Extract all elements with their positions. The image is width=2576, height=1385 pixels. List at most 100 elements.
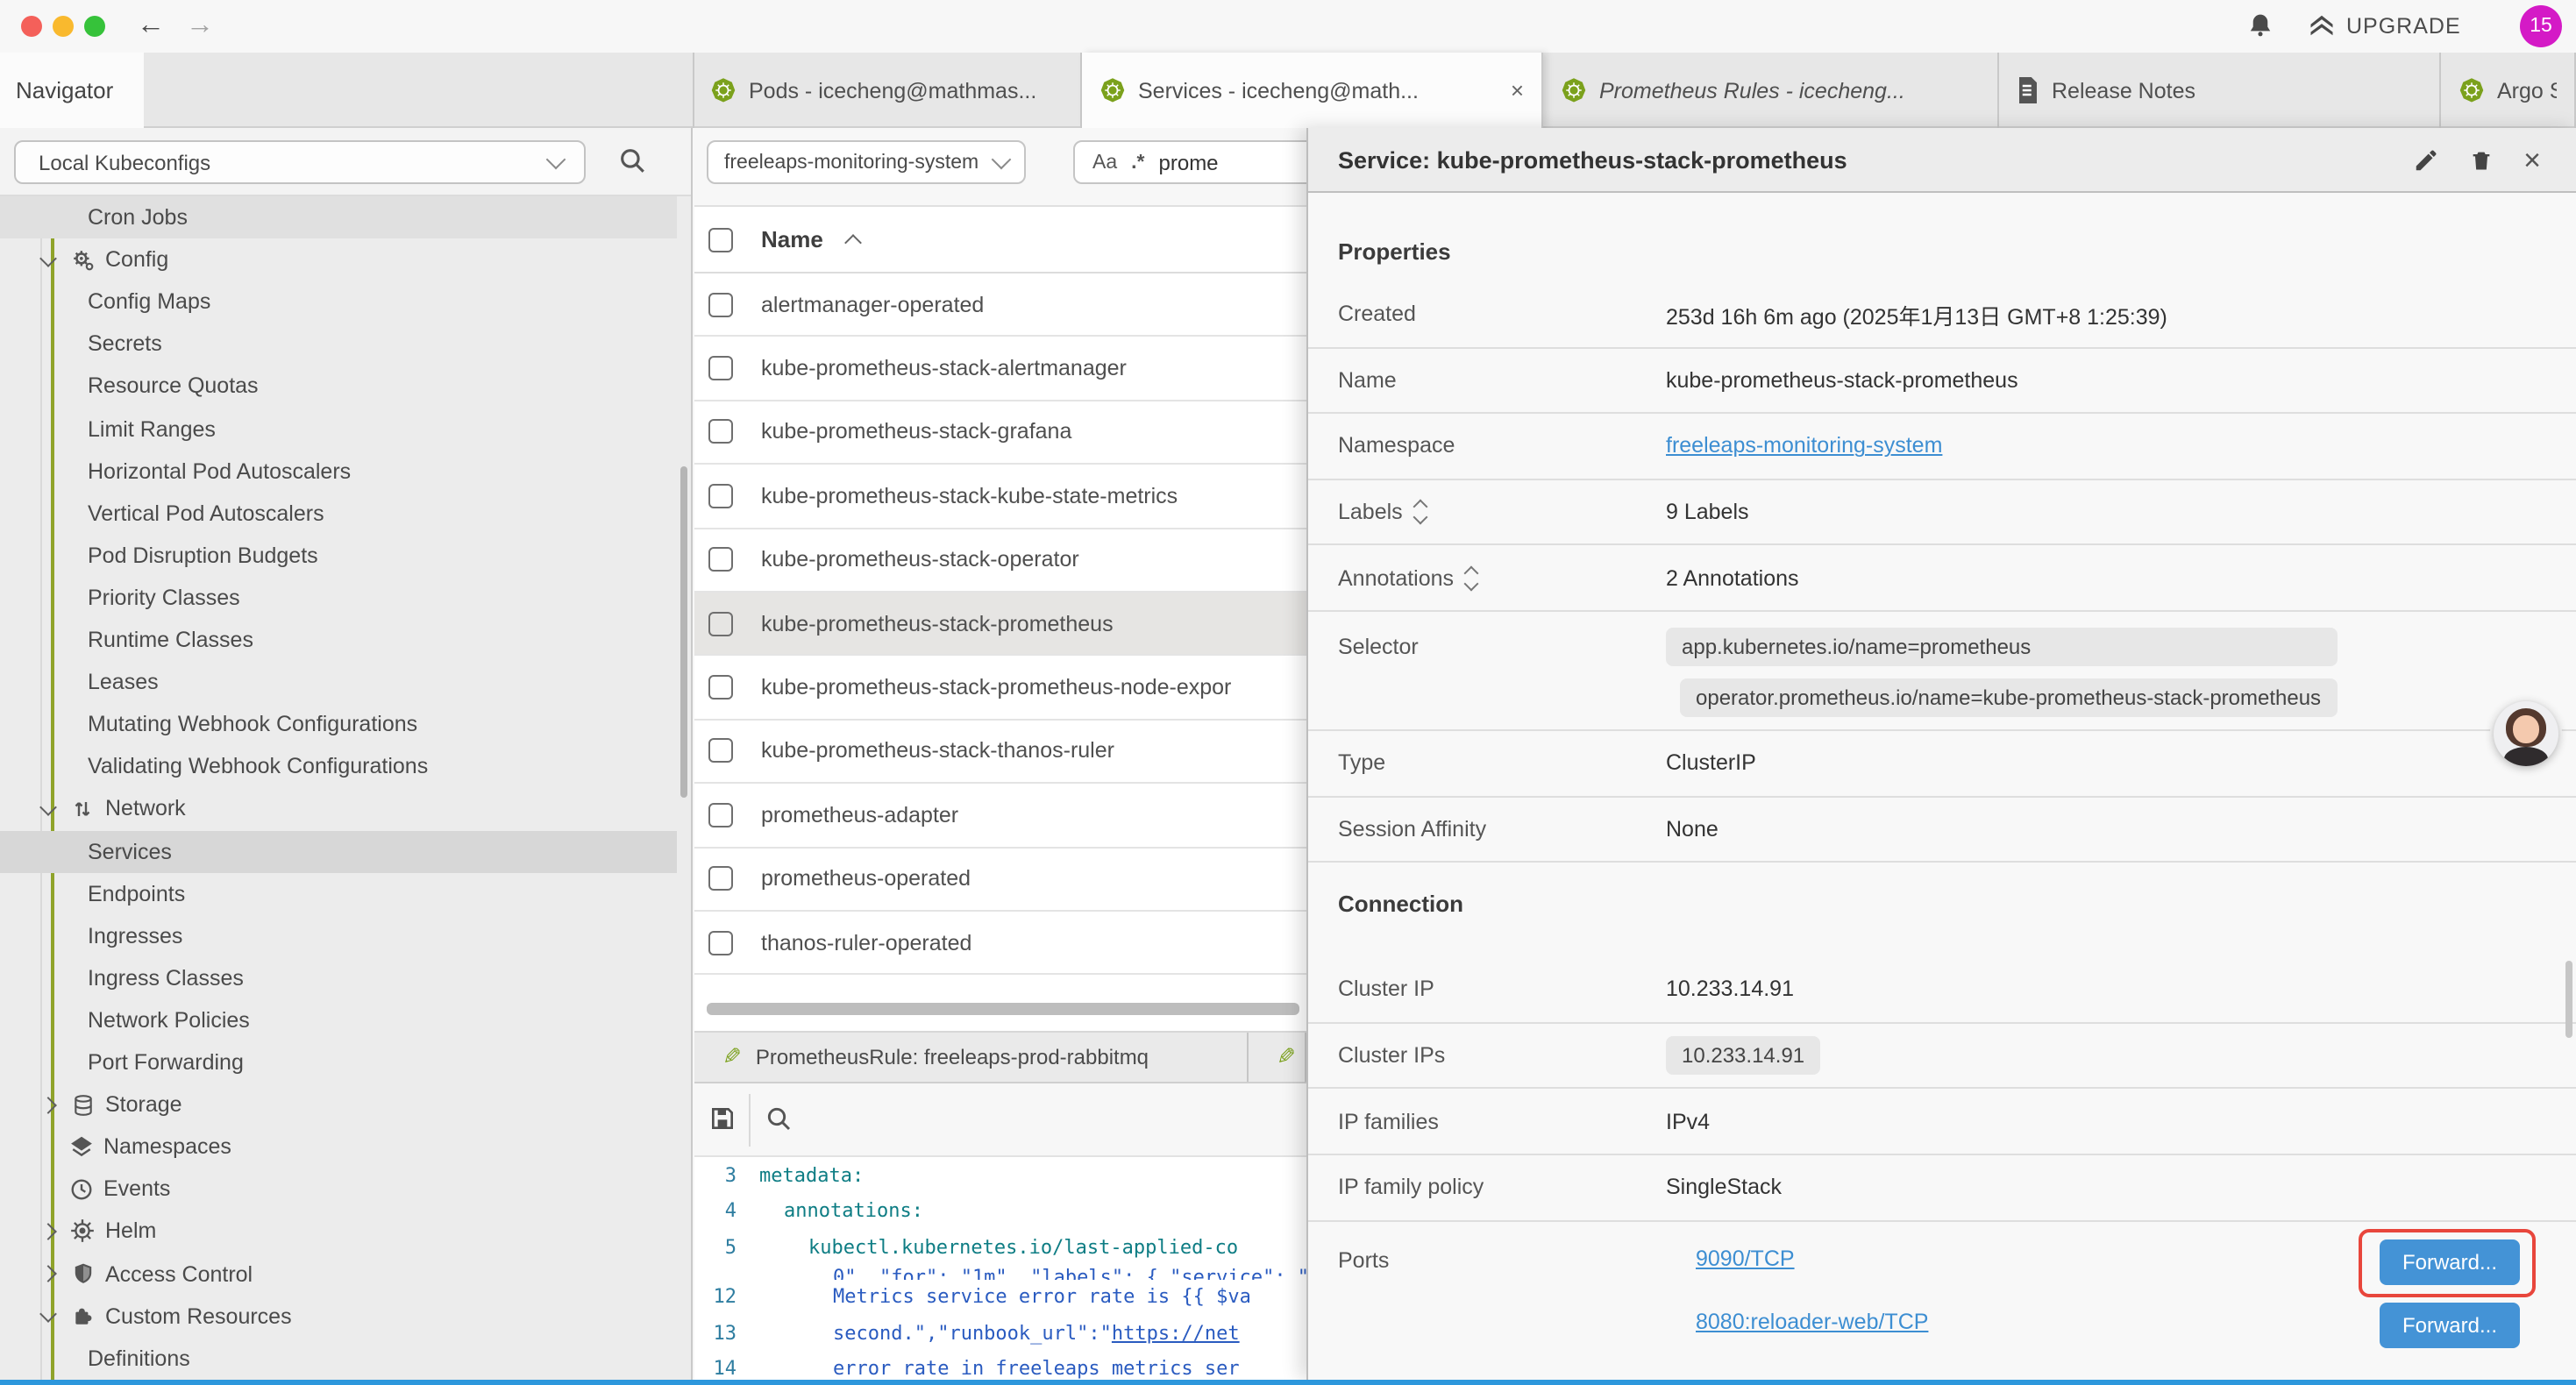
editor-tab[interactable]: ✎PrometheusRule: freeleaps-prod-rabbitmq — [694, 1033, 1249, 1082]
regex-toggle[interactable]: .* — [1131, 152, 1144, 173]
maximize-window-button[interactable] — [84, 16, 105, 37]
sidebar-item-pod-disruption-budgets[interactable]: Pod Disruption Budgets — [0, 535, 677, 577]
property-row-cluster-ips: Cluster IPs10.233.14.91 — [1308, 1024, 2576, 1090]
property-row-labels: Labels 9 Labels — [1308, 480, 2576, 546]
forward-button[interactable]: → — [182, 5, 217, 47]
sidebar-item-mutating-webhook-configurations[interactable]: Mutating Webhook Configurations — [0, 703, 677, 745]
upgrade-label: UPGRADE — [2346, 13, 2461, 38]
table-row[interactable]: kube-prometheus-stack-thanos-ruler — [694, 720, 1306, 784]
sidebar-item-runtime-classes[interactable]: Runtime Classes — [0, 619, 677, 661]
editor-tab[interactable]: ✎ — [1249, 1033, 1306, 1082]
workspace-tab-services[interactable]: Services - icecheng@math...× — [1082, 53, 1543, 128]
notification-count-badge[interactable]: 15 — [2520, 5, 2562, 47]
navigator-tab[interactable]: Navigator — [0, 53, 144, 128]
row-checkbox[interactable] — [708, 484, 733, 508]
line-number: 3 — [694, 1164, 737, 1187]
table-row[interactable]: kube-prometheus-stack-prometheus — [694, 593, 1306, 657]
sidebar-item-endpoints[interactable]: Endpoints — [0, 872, 677, 914]
workspace-tab-prometheus[interactable]: Prometheus Rules - icecheng... — [1543, 53, 1999, 128]
sidebar-item-custom-resources[interactable]: Custom Resources — [0, 1295, 677, 1337]
yaml-editor[interactable]: 3metadata:4annotations:5kubectl.kubernet… — [694, 1157, 1306, 1380]
port-link[interactable]: 9090/TCP — [1696, 1246, 1795, 1270]
close-window-button[interactable] — [21, 16, 42, 37]
workspace-tab-release[interactable]: Release Notes — [1999, 53, 2441, 128]
sidebar-item-resource-quotas[interactable]: Resource Quotas — [0, 366, 677, 408]
sidebar-item-helm[interactable]: Helm — [0, 1211, 677, 1253]
table-row[interactable]: thanos-ruler-operated — [694, 912, 1306, 976]
row-checkbox[interactable] — [708, 866, 733, 891]
sidebar-item-vertical-pod-autoscalers[interactable]: Vertical Pod Autoscalers — [0, 492, 677, 534]
shield-icon — [68, 1262, 96, 1285]
close-icon[interactable]: × — [2523, 145, 2541, 174]
sidebar-item-secrets[interactable]: Secrets — [0, 323, 677, 366]
sidebar-item-leases[interactable]: Leases — [0, 661, 677, 703]
close-tab-icon[interactable]: × — [1511, 77, 1524, 103]
forward-button[interactable]: Forward... — [2380, 1303, 2520, 1348]
row-checkbox[interactable] — [708, 611, 733, 636]
horizontal-scrollbar[interactable] — [707, 1003, 1299, 1015]
name-column-header[interactable]: Name — [761, 226, 823, 252]
table-row[interactable]: prometheus-operated — [694, 848, 1306, 912]
sidebar-item-validating-webhook-configurations[interactable]: Validating Webhook Configurations — [0, 746, 677, 788]
upgrade-button[interactable]: UPGRADE — [2308, 12, 2461, 39]
sidebar-item-definitions[interactable]: Definitions — [0, 1337, 677, 1379]
sidebar-item-config[interactable]: Config — [0, 238, 677, 281]
row-checkbox[interactable] — [708, 739, 733, 764]
namespace-select[interactable]: freeleaps-monitoring-system — [707, 140, 1026, 184]
list-search-input[interactable]: Aa .* prome — [1073, 140, 1336, 184]
notifications-bell-icon[interactable] — [2246, 12, 2274, 40]
sidebar-item-ingress-classes[interactable]: Ingress Classes — [0, 957, 677, 999]
sidebar-item-access-control[interactable]: Access Control — [0, 1253, 677, 1295]
save-icon[interactable] — [708, 1104, 737, 1133]
back-button[interactable]: ← — [133, 5, 168, 47]
sidebar-item-events[interactable]: Events — [0, 1168, 677, 1211]
namespace-link[interactable]: freeleaps-monitoring-system — [1666, 434, 1942, 458]
property-row-selector: Selectorapp.kubernetes.io/name=prometheu… — [1308, 612, 2576, 731]
sidebar-item-network[interactable]: Network — [0, 788, 677, 830]
row-checkbox[interactable] — [708, 675, 733, 700]
row-checkbox[interactable] — [708, 803, 733, 827]
detail-panel-title: Service: kube-prometheus-stack-prometheu… — [1338, 146, 2413, 173]
sidebar-item-services[interactable]: Services — [0, 830, 677, 872]
kubernetes-icon — [710, 77, 737, 103]
detail-panel-scrollbar[interactable] — [2565, 961, 2572, 1038]
kubeconfig-select[interactable]: Local Kubeconfigs — [14, 140, 586, 184]
workspace-tab-pods[interactable]: Pods - icecheng@mathmas... — [693, 53, 1082, 128]
assistant-avatar[interactable] — [2494, 701, 2558, 766]
table-row[interactable]: alertmanager-operated — [694, 273, 1306, 337]
row-checkbox[interactable] — [708, 356, 733, 380]
row-checkbox[interactable] — [708, 292, 733, 316]
workspace-tab-argo[interactable]: Argo Se — [2441, 53, 2576, 128]
row-checkbox[interactable] — [708, 420, 733, 444]
row-checkbox[interactable] — [708, 930, 733, 955]
sidebar-item-horizontal-pod-autoscalers[interactable]: Horizontal Pod Autoscalers — [0, 450, 677, 492]
sidebar-item-config-maps[interactable]: Config Maps — [0, 281, 677, 323]
sidebar-item-network-policies[interactable]: Network Policies — [0, 999, 677, 1041]
sort-updown-icon[interactable] — [1466, 567, 1477, 588]
sidebar-item-limit-ranges[interactable]: Limit Ranges — [0, 408, 677, 450]
sidebar-item-port-forwarding[interactable]: Port Forwarding — [0, 1041, 677, 1083]
sidebar-item-ingresses[interactable]: Ingresses — [0, 914, 677, 956]
sidebar-item-storage[interactable]: Storage — [0, 1083, 677, 1126]
table-row[interactable]: kube-prometheus-stack-alertmanager — [694, 337, 1306, 401]
table-row[interactable]: prometheus-adapter — [694, 784, 1306, 848]
sort-updown-icon[interactable] — [1415, 501, 1426, 522]
sidebar-scrollbar[interactable] — [680, 466, 687, 798]
sidebar-item-cron-jobs[interactable]: Cron Jobs — [0, 196, 677, 238]
edit-icon[interactable] — [2413, 146, 2439, 173]
table-row[interactable]: kube-prometheus-stack-prometheus-node-ex… — [694, 657, 1306, 721]
sidebar-item-priority-classes[interactable]: Priority Classes — [0, 577, 677, 619]
match-case-toggle[interactable]: Aa — [1092, 152, 1117, 173]
property-row-ports: Ports9090/TCPForward...8080:reloader-web… — [1308, 1221, 2576, 1379]
editor-search-icon[interactable] — [765, 1104, 793, 1133]
delete-icon[interactable] — [2469, 146, 2494, 173]
table-row[interactable]: kube-prometheus-stack-grafana — [694, 401, 1306, 465]
table-row[interactable]: kube-prometheus-stack-kube-state-metrics — [694, 465, 1306, 529]
minimize-window-button[interactable] — [53, 16, 74, 37]
row-checkbox[interactable] — [708, 548, 733, 572]
sidebar-item-namespaces[interactable]: Namespaces — [0, 1126, 677, 1168]
sidebar-search-icon[interactable] — [617, 146, 647, 175]
select-all-checkbox[interactable] — [708, 227, 733, 252]
table-row[interactable]: kube-prometheus-stack-operator — [694, 529, 1306, 593]
port-link[interactable]: 8080:reloader-web/TCP — [1696, 1309, 1928, 1333]
